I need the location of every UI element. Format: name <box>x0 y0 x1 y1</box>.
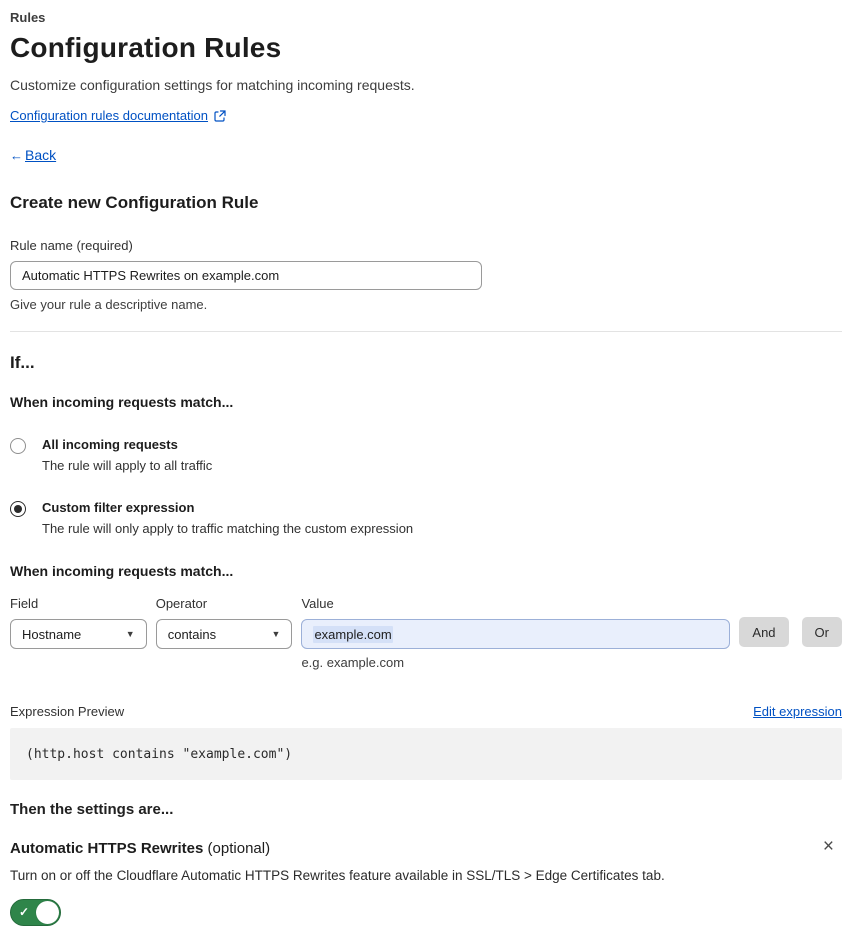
chevron-down-icon: ▼ <box>125 629 135 639</box>
radio-option-all-requests[interactable]: All incoming requests The rule will appl… <box>10 437 842 473</box>
field-select[interactable]: Hostname ▼ <box>10 619 147 649</box>
radio-label: All incoming requests <box>42 437 178 452</box>
conjunction-buttons: And Or <box>739 617 842 670</box>
radio-option-custom-expression[interactable]: Custom filter expression The rule will o… <box>10 500 842 536</box>
external-link-icon <box>214 109 226 122</box>
expression-preview-row: Expression Preview Edit expression <box>10 704 842 719</box>
field-label: Field <box>10 596 39 611</box>
expression-builder-heading: When incoming requests match... <box>10 563 234 579</box>
page-title: Configuration Rules <box>10 32 282 63</box>
setting-description: Turn on or off the Cloudflare Automatic … <box>10 868 665 883</box>
breadcrumb: Rules <box>10 10 46 25</box>
operator-label: Operator <box>155 596 208 611</box>
section-divider <box>10 331 842 332</box>
radio-label: Custom filter expression <box>42 500 195 515</box>
or-button[interactable]: Or <box>801 617 842 647</box>
value-help: e.g. example.com <box>301 655 405 670</box>
then-settings-heading: Then the settings are... <box>10 801 174 818</box>
field-select-value: Hostname <box>22 626 82 642</box>
expression-preview-code: (http.host contains "example.com") <box>10 728 842 780</box>
setting-title: Automatic HTTPS Rewrites (optional) <box>10 840 270 857</box>
chevron-down-icon: ▼ <box>271 629 281 639</box>
value-input[interactable]: example.com <box>301 619 731 649</box>
back-row: ← Back <box>10 147 842 163</box>
edit-expression-link[interactable]: Edit expression <box>753 704 842 719</box>
configuration-rules-page: Rules Configuration Rules Customize conf… <box>10 10 842 926</box>
toggle-knob <box>36 901 59 924</box>
create-rule-heading: Create new Configuration Rule <box>10 193 259 212</box>
if-heading: If... <box>10 353 35 372</box>
checkmark-icon: ✓ <box>19 905 30 919</box>
radio-description: The rule will only apply to traffic matc… <box>42 521 414 536</box>
setting-toggle[interactable]: ✓ <box>10 899 61 926</box>
doc-link-row: Configuration rules documentation <box>10 108 842 123</box>
close-icon[interactable]: × <box>823 837 834 856</box>
setting-name: Automatic HTTPS Rewrites <box>10 840 204 857</box>
documentation-link[interactable]: Configuration rules documentation <box>10 108 208 123</box>
setting-header: Automatic HTTPS Rewrites (optional) × <box>10 837 842 857</box>
radio-description: The rule will apply to all traffic <box>42 458 213 473</box>
radio-icon[interactable] <box>10 438 26 454</box>
rule-name-label: Rule name (required) <box>10 238 133 253</box>
match-type-heading: When incoming requests match... <box>10 394 234 410</box>
operator-select-value: contains <box>167 626 217 642</box>
rule-name-input[interactable]: Automatic HTTPS Rewrites on example.com <box>10 261 482 290</box>
value-label: Value <box>301 596 334 611</box>
expression-preview-label: Expression Preview <box>10 704 125 719</box>
setting-optional-tag: (optional) <box>203 840 271 857</box>
rule-name-help: Give your rule a descriptive name. <box>10 297 208 312</box>
match-type-radio-group: All incoming requests The rule will appl… <box>10 437 842 536</box>
radio-icon[interactable] <box>10 501 26 517</box>
page-description: Customize configuration settings for mat… <box>10 77 415 93</box>
value-input-text: example.com <box>313 625 393 643</box>
operator-select[interactable]: contains ▼ <box>155 619 293 649</box>
and-button[interactable]: And <box>739 617 789 647</box>
back-arrow-icon: ← <box>10 147 23 163</box>
expression-builder-row: Field Hostname ▼ Operator contains ▼ Val… <box>10 596 842 670</box>
back-link[interactable]: Back <box>25 147 56 163</box>
